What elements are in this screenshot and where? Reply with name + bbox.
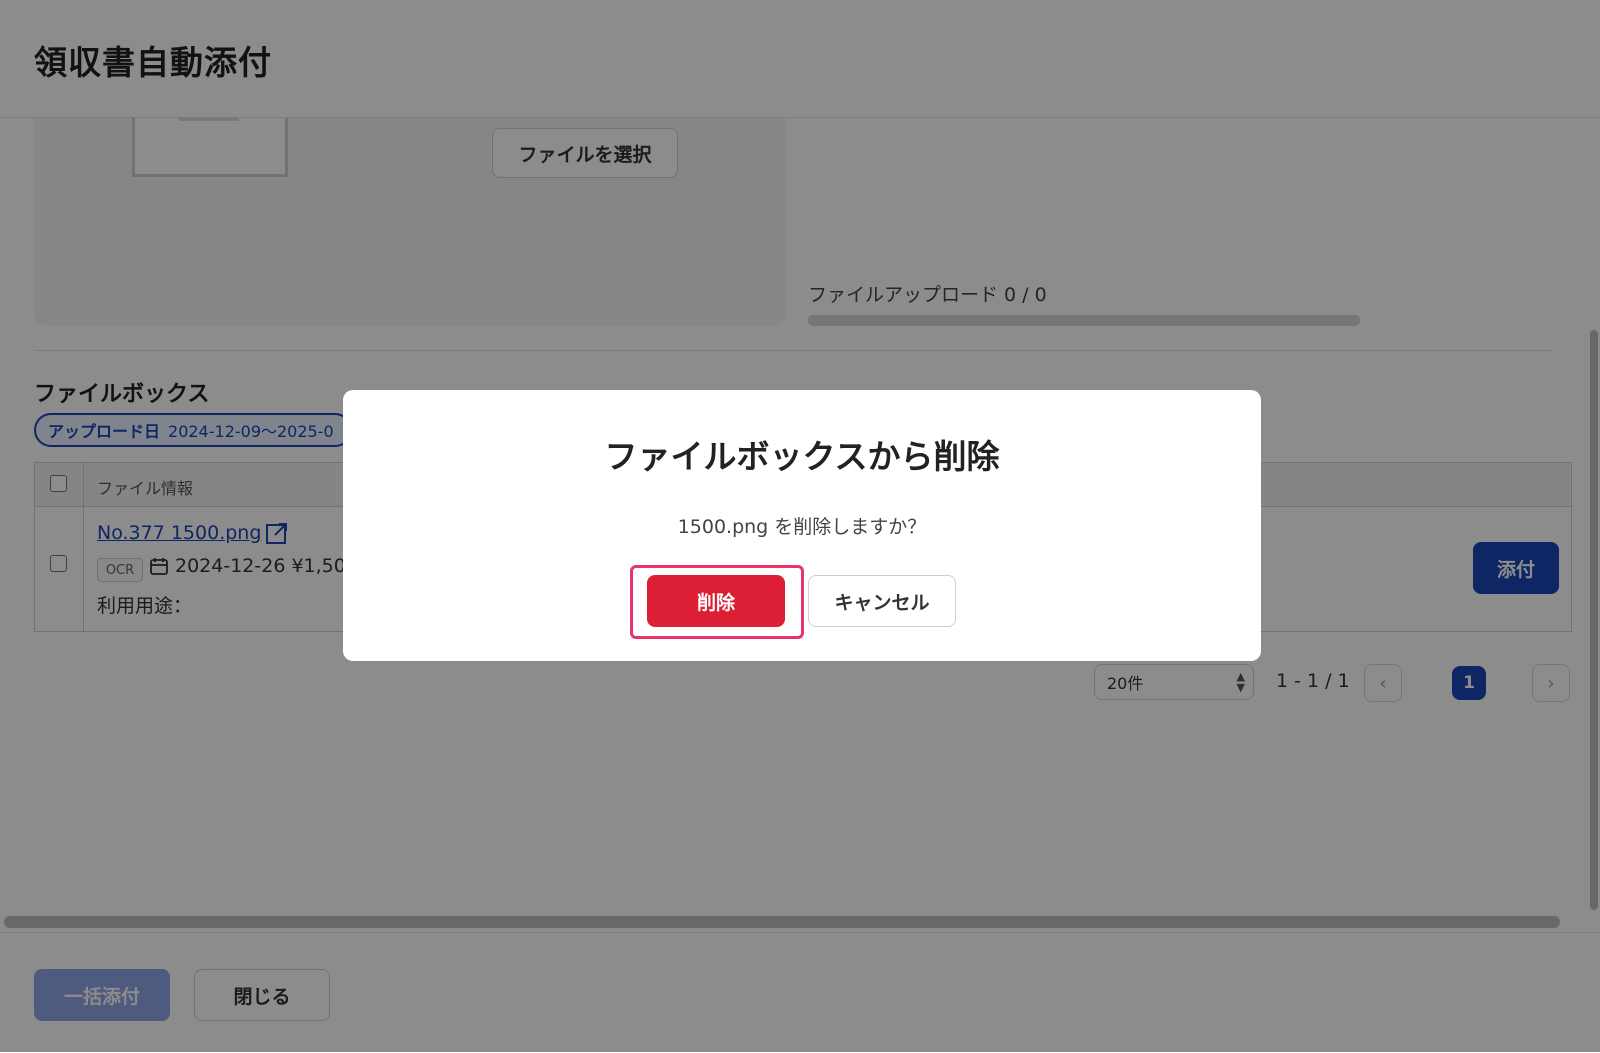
cancel-button[interactable]: キャンセル xyxy=(808,575,956,627)
delete-confirm-dialog: ファイルボックスから削除 1500.png を削除しますか？ 削除 キャンセル xyxy=(343,390,1261,661)
delete-button[interactable]: 削除 xyxy=(647,575,785,627)
receipt-auto-attach-page: 領収書自動添付 ファイルを選択 ファイルアップロード 0 / 0 ファイルボック… xyxy=(0,0,1600,1053)
dialog-message: 1500.png を削除しますか？ xyxy=(677,516,927,538)
dialog-title: ファイルボックスから削除 xyxy=(604,437,1000,476)
